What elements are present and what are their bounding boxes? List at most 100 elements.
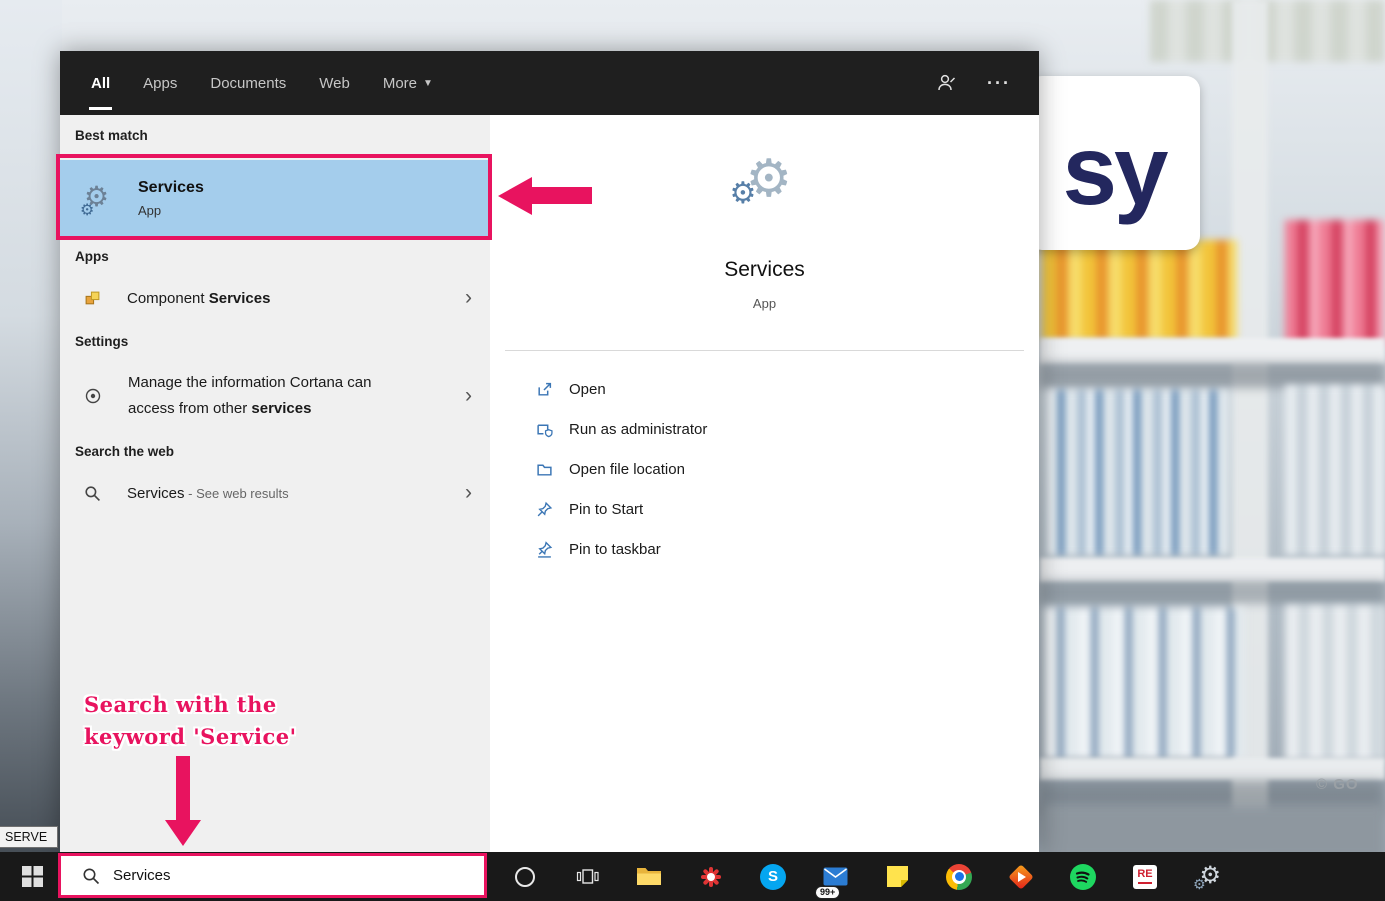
results-pane: Best match ⚙ ⚙ Services App Apps Compone…	[60, 115, 490, 852]
chrome-button[interactable]	[928, 852, 990, 901]
action-label: Pin to taskbar	[569, 540, 661, 558]
search-icon	[83, 868, 100, 884]
action-label: Open	[569, 380, 606, 398]
web-section-label: Search the web	[75, 444, 175, 459]
search-filter-header: All Apps Documents Web More ▼ ···	[60, 51, 1039, 115]
action-pin-to-start[interactable]: Pin to Start	[490, 489, 1039, 529]
settings-section-label: Settings	[75, 334, 129, 349]
chevron-right-icon: ›	[465, 481, 472, 504]
wallpaper-bottles-mid-right	[1285, 385, 1385, 555]
task-view-icon	[576, 869, 599, 884]
skype-icon: S	[760, 863, 786, 890]
file-explorer-button[interactable]	[618, 852, 680, 901]
user-account-icon[interactable]	[935, 72, 957, 94]
header-icons: ···	[935, 72, 1039, 94]
wallpaper-shelf-shadow-2	[1040, 580, 1385, 604]
more-options-icon[interactable]: ···	[987, 73, 1011, 94]
preview-subtitle: App	[752, 296, 777, 311]
brand-card: sy	[1028, 76, 1200, 250]
wallpaper-bottles-low-right	[1285, 605, 1385, 760]
mail-unread-badge: 99+	[815, 886, 841, 899]
search-icon	[85, 485, 100, 501]
result-web-search[interactable]: Services - See web results ›	[60, 474, 490, 512]
chevron-right-icon: ›	[465, 286, 472, 309]
pin-taskbar-icon	[538, 540, 553, 558]
services-gear-icon: ⚙ ⚙	[1193, 860, 1221, 893]
brand-card-text: sy	[1062, 115, 1168, 225]
result-text: Manage the information Cortana can acces…	[128, 374, 372, 417]
wallpaper-bottles-low	[1045, 608, 1245, 758]
best-match-title: Services	[138, 179, 204, 196]
action-pin-to-taskbar[interactable]: Pin to taskbar	[490, 529, 1039, 569]
mail-button[interactable]: 99+	[804, 852, 866, 901]
wallpaper-shelf-1	[1040, 338, 1385, 364]
best-match-text: Services App	[138, 179, 204, 218]
filter-tabs: All Apps Documents Web More ▼	[60, 51, 433, 115]
result-text: Component Services	[127, 289, 271, 307]
best-match-subtitle: App	[138, 203, 162, 218]
wallpaper-pink-products	[1285, 220, 1385, 345]
tab-apps[interactable]: Apps	[143, 51, 177, 115]
tab-web[interactable]: Web	[319, 51, 350, 115]
file-location-icon	[537, 464, 552, 476]
re-app-icon: RE	[1133, 864, 1157, 889]
run-admin-icon	[537, 424, 553, 437]
chrome-icon	[946, 863, 972, 890]
action-run-as-administrator[interactable]: Run as administrator	[490, 409, 1039, 449]
file-explorer-icon	[637, 868, 661, 885]
search-flyout: All Apps Documents Web More ▼ ··· Best m…	[60, 51, 1039, 852]
taskbar-icons: S 99+ RE ⚙ ⚙	[494, 852, 1238, 901]
tab-documents[interactable]: Documents	[210, 51, 286, 115]
result-component-services[interactable]: Component Services ›	[60, 279, 490, 317]
best-match-label: Best match	[75, 128, 148, 143]
services-gear-icon: ⚙ ⚙	[80, 179, 110, 219]
wallpaper-shelf-2	[1040, 558, 1385, 582]
taskbar-tooltip: SERVE	[0, 826, 58, 848]
windows-logo-icon	[21, 866, 43, 887]
chevron-down-icon: ▼	[423, 77, 433, 89]
apps-section-label: Apps	[75, 249, 109, 264]
start-button[interactable]	[9, 852, 55, 901]
task-view-button[interactable]	[556, 852, 618, 901]
wallpaper-bottles-mid	[1048, 390, 1230, 555]
best-match-result[interactable]: ⚙ ⚙ Services App	[60, 160, 490, 237]
spotify-icon	[1070, 863, 1096, 890]
open-icon	[538, 382, 552, 396]
photo-watermark: © GO	[1316, 776, 1359, 793]
search-input[interactable]: Services	[58, 853, 487, 898]
re-app-button[interactable]: RE	[1114, 852, 1176, 901]
sticky-notes-button[interactable]	[866, 852, 928, 901]
sticky-notes-icon	[886, 866, 908, 887]
preview-pane: ⚙ ⚙ Services App Open Run as administrat…	[490, 115, 1039, 852]
mail-icon	[823, 867, 847, 886]
preview-title: Services	[724, 258, 805, 281]
wallpaper-yellow-products	[1042, 240, 1237, 340]
search-input-value: Services	[113, 867, 171, 884]
action-label: Open file location	[569, 460, 685, 478]
diamond-app-icon	[1008, 863, 1034, 890]
result-text: Services - See web results	[127, 484, 289, 502]
cortana-icon	[85, 388, 101, 404]
action-open[interactable]: Open	[490, 369, 1039, 409]
action-open-file-location[interactable]: Open file location	[490, 449, 1039, 489]
action-label: Run as administrator	[569, 420, 708, 438]
component-services-icon	[85, 291, 100, 304]
cortana-button[interactable]	[494, 852, 556, 901]
skype-button[interactable]: S	[742, 852, 804, 901]
starburst-app-icon	[698, 864, 724, 890]
wallpaper-left-strip	[0, 0, 62, 901]
services-app-icon: ⚙ ⚙	[729, 149, 793, 211]
diamond-app-button[interactable]	[990, 852, 1052, 901]
services-tray-button[interactable]: ⚙ ⚙	[1176, 852, 1238, 901]
tab-all[interactable]: All	[88, 51, 113, 115]
chevron-right-icon: ›	[465, 384, 472, 407]
starburst-app-button[interactable]	[680, 852, 742, 901]
cortana-icon	[515, 866, 535, 887]
search-results-body: Best match ⚙ ⚙ Services App Apps Compone…	[60, 115, 1039, 852]
action-label: Pin to Start	[569, 500, 644, 518]
result-cortana-setting[interactable]: Manage the information Cortana can acces…	[60, 364, 490, 428]
tab-more-label: More	[382, 74, 418, 92]
tab-more[interactable]: More ▼	[383, 51, 433, 115]
spotify-button[interactable]	[1052, 852, 1114, 901]
pin-start-icon	[537, 501, 553, 516]
